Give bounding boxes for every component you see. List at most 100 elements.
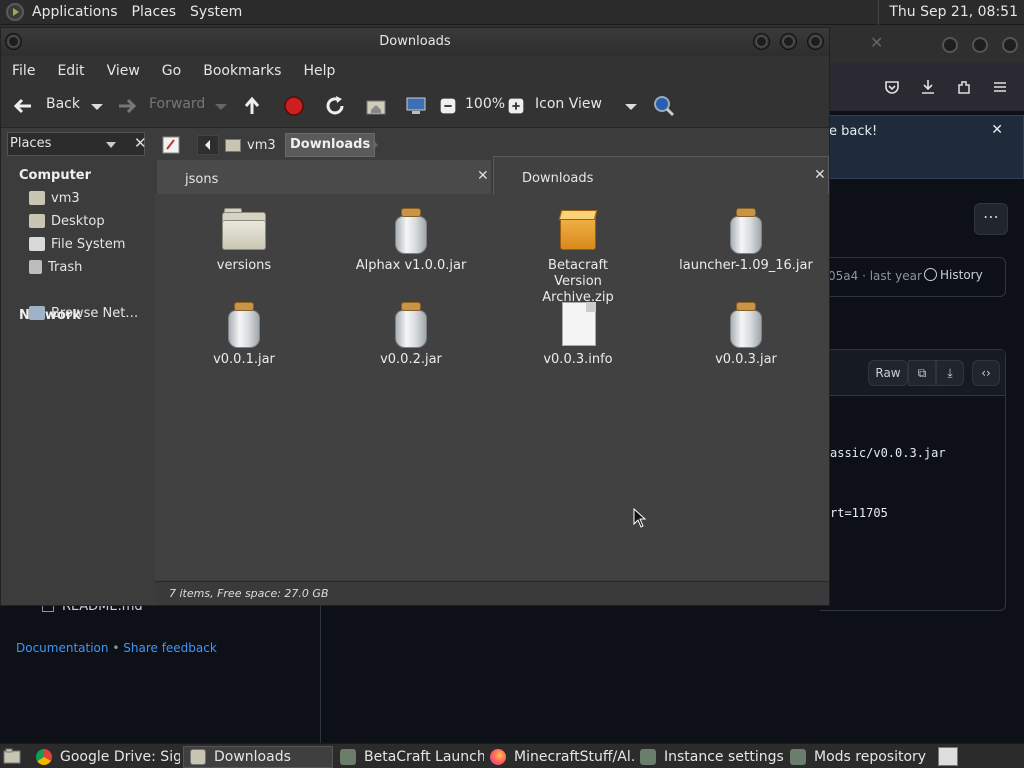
- path-scroll-right-icon[interactable]: [369, 138, 381, 152]
- view-mode-select[interactable]: Icon View: [535, 96, 602, 112]
- banner-close-icon[interactable]: ✕: [991, 122, 1003, 138]
- file-item[interactable]: v0.0.1.jar: [169, 302, 319, 368]
- task-betacraft-launcher[interactable]: BetaCraft Launch…: [334, 746, 484, 768]
- menu-bar: File Edit View Go Bookmarks Help: [1, 56, 829, 86]
- tab-jsons[interactable]: jsons ✕: [157, 160, 491, 194]
- file-item[interactable]: Betacraft Version Archive.zip: [503, 208, 653, 306]
- sidebar-item-trash[interactable]: Trash: [29, 257, 82, 277]
- close-sidebar-icon[interactable]: ✕: [134, 134, 147, 152]
- task-firefox-minecraftstuff[interactable]: MinecraftStuff/Al…: [484, 746, 634, 768]
- up-arrow-icon[interactable]: [240, 94, 264, 118]
- back-arrow-icon[interactable]: [11, 94, 35, 118]
- minimize-button[interactable]: [753, 33, 770, 50]
- file-item[interactable]: launcher-1.09_16.jar: [671, 208, 821, 274]
- back-history-dropdown-icon[interactable]: [85, 94, 109, 118]
- copy-icon[interactable]: ⧉: [908, 360, 936, 386]
- mouse-cursor-icon: [633, 508, 647, 528]
- icon-view[interactable]: versions Alphax v1.0.0.jar Betacraft Ver…: [155, 194, 829, 580]
- task-downloads[interactable]: Downloads: [183, 746, 333, 768]
- task-mods-repository[interactable]: Mods repository: [784, 746, 934, 768]
- chevron-down-icon[interactable]: [106, 142, 116, 148]
- path-label: vm3: [247, 137, 276, 153]
- sidebar-section-computer: Computer: [19, 168, 92, 183]
- path-scroll-left-icon[interactable]: [197, 135, 219, 155]
- code-line: assic/v0.0.3.jar: [830, 446, 946, 460]
- menu-edit[interactable]: Edit: [57, 63, 84, 79]
- zoom-in-icon[interactable]: [505, 95, 527, 117]
- sidebar-mode-select[interactable]: Places: [10, 136, 51, 151]
- raw-button[interactable]: Raw: [868, 360, 908, 386]
- menu-help[interactable]: Help: [303, 63, 335, 79]
- forward-arrow-icon[interactable]: [115, 94, 139, 118]
- back-button[interactable]: Back: [46, 96, 80, 112]
- menu-go[interactable]: Go: [162, 63, 181, 79]
- distro-logo-icon[interactable]: [6, 3, 24, 21]
- browser-maximize-button[interactable]: [972, 37, 988, 53]
- reload-icon[interactable]: [323, 94, 347, 118]
- computer-icon[interactable]: [404, 94, 428, 118]
- file-item[interactable]: v0.0.3.jar: [671, 302, 821, 368]
- commit-hash[interactable]: 05a4 · last year: [828, 269, 922, 283]
- history-label: History: [940, 268, 983, 282]
- pocket-icon[interactable]: [884, 79, 900, 95]
- home-folder-icon[interactable]: [364, 94, 388, 118]
- more-options-button[interactable]: ⋯: [974, 203, 1008, 235]
- browser-tab-close-icon[interactable]: ✕: [870, 33, 883, 52]
- sidebar-item-desktop[interactable]: Desktop: [29, 211, 105, 231]
- tab-close-icon[interactable]: ✕: [814, 167, 826, 183]
- menu-file[interactable]: File: [12, 63, 35, 79]
- places-menu[interactable]: Places: [132, 4, 177, 20]
- hamburger-menu-icon[interactable]: [992, 79, 1008, 95]
- view-mode-dropdown-icon[interactable]: [619, 94, 643, 118]
- tab-downloads[interactable]: Downloads ✕: [493, 156, 829, 194]
- file-item[interactable]: versions: [169, 208, 319, 274]
- stop-icon[interactable]: [282, 94, 306, 118]
- forward-history-dropdown-icon[interactable]: [209, 94, 233, 118]
- tab-close-icon[interactable]: ✕: [477, 168, 489, 184]
- task-instance-settings[interactable]: Instance settings: [634, 746, 784, 768]
- task-label: Instance settings: [664, 749, 784, 765]
- browser-close-button[interactable]: [1002, 37, 1018, 53]
- file-item[interactable]: v0.0.2.jar: [336, 302, 486, 368]
- sidebar-item-label: vm3: [51, 190, 80, 206]
- symbols-icon[interactable]: ‹›: [972, 360, 1000, 386]
- sidebar-item-file-system[interactable]: File System: [29, 234, 125, 254]
- menu-bookmarks[interactable]: Bookmarks: [203, 63, 281, 79]
- maximize-button[interactable]: [780, 33, 797, 50]
- forward-button[interactable]: Forward: [149, 96, 205, 112]
- download-raw-icon[interactable]: ⤓: [936, 360, 964, 386]
- places-sidebar: Computer vm3 Desktop File System Trash N…: [7, 160, 153, 605]
- documentation-link[interactable]: Documentation: [16, 641, 109, 655]
- close-button[interactable]: [807, 33, 824, 50]
- file-view-header: Raw ⧉ ⤓ ‹›: [820, 350, 1005, 396]
- search-icon[interactable]: [652, 94, 676, 118]
- menu-view[interactable]: View: [107, 63, 140, 79]
- sidebar-item-vm3[interactable]: vm3: [29, 188, 80, 208]
- share-feedback-link[interactable]: Share feedback: [123, 641, 217, 655]
- top-panel: Applications Places System Thu Sep 21, 0…: [0, 0, 1024, 25]
- sidebar-divider: [320, 605, 321, 743]
- sidebar-header: Places ✕: [7, 132, 147, 156]
- zoom-out-icon[interactable]: [437, 95, 459, 117]
- task-google-drive[interactable]: Google Drive: Sig…: [30, 746, 180, 768]
- workspace-switcher[interactable]: [938, 747, 958, 766]
- download-icon[interactable]: [920, 79, 936, 95]
- clock[interactable]: Thu Sep 21, 08:51: [878, 0, 1024, 25]
- path-button-vm3[interactable]: vm3: [221, 133, 276, 157]
- task-label: Google Drive: Sig…: [60, 749, 180, 765]
- show-desktop-icon[interactable]: [3, 748, 21, 765]
- file-item[interactable]: Alphax v1.0.0.jar: [336, 208, 486, 274]
- browser-minimize-button[interactable]: [942, 37, 958, 53]
- applications-menu[interactable]: Applications: [32, 4, 118, 20]
- extensions-icon[interactable]: [956, 79, 972, 95]
- window-titlebar[interactable]: Downloads: [1, 28, 829, 56]
- jar-icon: [389, 302, 433, 348]
- path-button-downloads[interactable]: Downloads: [285, 133, 376, 157]
- file-item[interactable]: v0.0.3.info: [503, 302, 653, 368]
- system-menu[interactable]: System: [190, 4, 242, 20]
- chrome-icon: [36, 749, 52, 765]
- edit-location-icon[interactable]: [161, 135, 181, 155]
- history-button[interactable]: History: [924, 268, 983, 282]
- sidebar-item-browse-network[interactable]: Browse Net…: [29, 303, 138, 323]
- jar-icon: [389, 208, 433, 254]
